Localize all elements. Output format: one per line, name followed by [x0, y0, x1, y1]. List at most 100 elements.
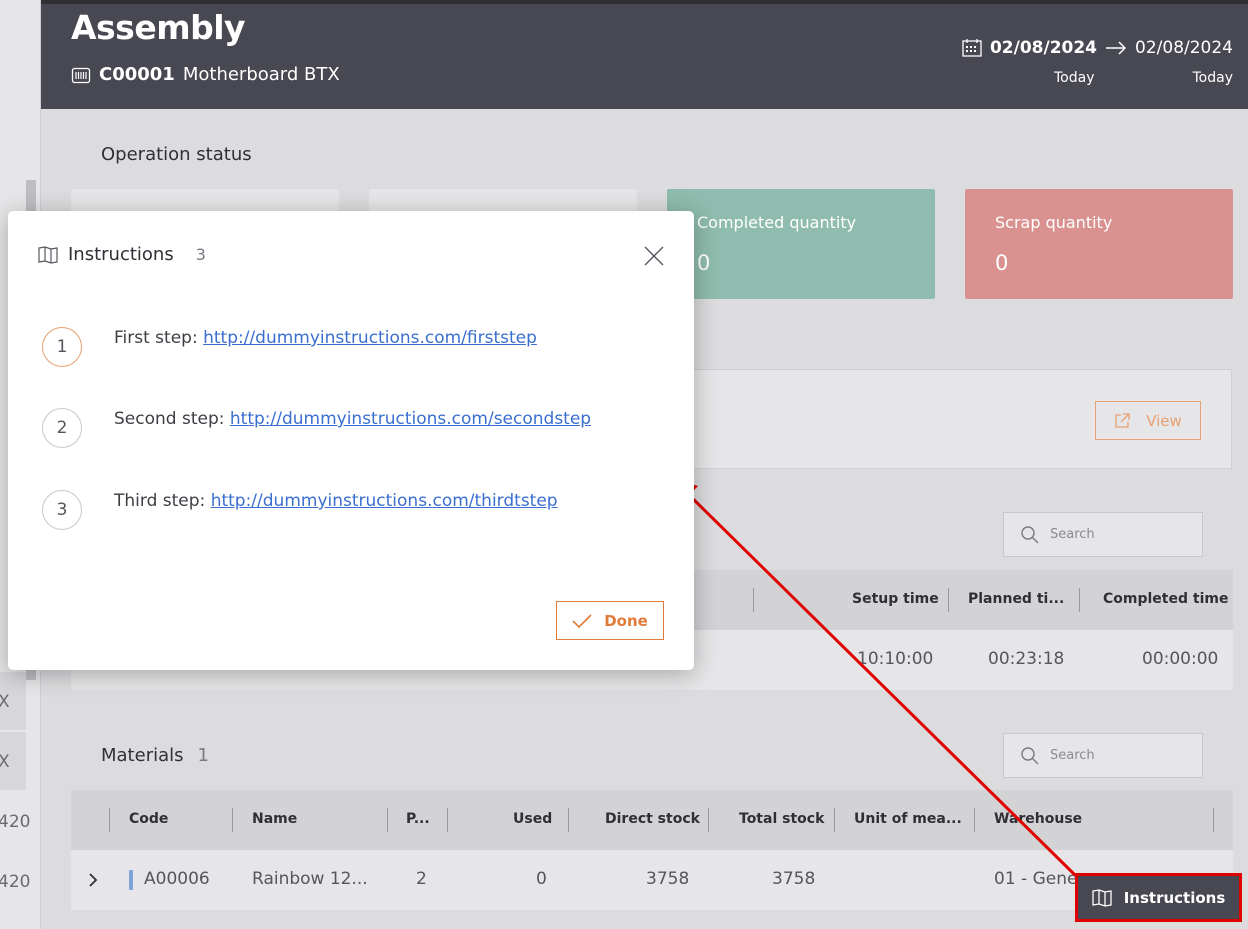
- external-link-icon: [1115, 412, 1130, 428]
- arrow-right-icon: [1106, 41, 1127, 55]
- step-prefix: Third step:: [114, 491, 206, 511]
- close-icon[interactable]: [642, 244, 666, 268]
- view-button[interactable]: View: [1095, 401, 1201, 440]
- barcode-icon: [71, 67, 91, 83]
- instructions-button-label: Instructions: [1123, 888, 1226, 907]
- column-divider[interactable]: [974, 808, 975, 832]
- name-cell: Rainbow 12...: [252, 869, 368, 889]
- attachment-panel: View: [672, 369, 1232, 469]
- column-divider[interactable]: [387, 808, 388, 832]
- step-number: 2: [42, 408, 82, 448]
- instructions-dialog: Instructions 3 1 First step: http://dumm…: [8, 211, 694, 670]
- sidebar-text-fragment: X: [0, 752, 10, 772]
- planned-time-cell: 00:23:18: [988, 649, 1065, 669]
- materials-title-text: Materials: [101, 745, 184, 766]
- page-header: Assembly C00001 Motherboard BTX 02/08/20…: [41, 0, 1248, 109]
- sidebar-text-fragment: 420: [0, 872, 31, 892]
- step-number: 3: [42, 490, 82, 530]
- step-text: First step: http://dummyinstructions.com…: [114, 328, 537, 348]
- step-prefix: Second step:: [114, 409, 225, 429]
- column-header[interactable]: Completed time: [1103, 591, 1228, 607]
- p-cell: 2: [416, 869, 427, 889]
- product-name: Motherboard BTX: [182, 64, 340, 85]
- column-header[interactable]: Total stock: [739, 811, 824, 827]
- scrap-quantity-card: Scrap quantity 0: [965, 189, 1233, 299]
- column-divider[interactable]: [447, 808, 448, 832]
- column-divider[interactable]: [1079, 588, 1080, 612]
- done-label: Done: [604, 611, 648, 630]
- column-divider[interactable]: [109, 808, 110, 832]
- direct-stock-cell: 3758: [646, 869, 690, 889]
- step-text: Second step: http://dummyinstructions.co…: [114, 409, 591, 429]
- column-divider[interactable]: [568, 808, 569, 832]
- dialog-count: 3: [195, 245, 206, 264]
- column-header[interactable]: Planned ti...: [968, 591, 1064, 607]
- instruction-step: 3 Third step: http://dummyinstructions.c…: [42, 490, 558, 530]
- column-header[interactable]: Name: [252, 811, 297, 827]
- date-from-label: Today: [1054, 70, 1095, 86]
- code-cell: A00006: [144, 869, 210, 889]
- completed-quantity-label: Completed quantity: [697, 213, 857, 232]
- dialog-title-text: Instructions: [68, 244, 174, 265]
- scrap-quantity-value: 0: [995, 251, 1009, 275]
- order-subtitle: C00001 Motherboard BTX: [71, 64, 340, 85]
- column-header[interactable]: Used: [513, 811, 552, 827]
- completed-quantity-card: Completed quantity 0: [667, 189, 935, 299]
- date-to: 02/08/2024: [1135, 38, 1233, 58]
- instruction-step: 1 First step: http://dummyinstructions.c…: [42, 327, 537, 367]
- column-header[interactable]: P...: [406, 811, 430, 827]
- book-icon: [1092, 888, 1112, 907]
- scrap-quantity-label: Scrap quantity: [995, 213, 1113, 232]
- column-header[interactable]: Setup time: [852, 591, 939, 607]
- step-text: Third step: http://dummyinstructions.com…: [114, 491, 558, 511]
- book-icon: [38, 245, 58, 264]
- materials-count: 1: [197, 745, 209, 766]
- page-title: Assembly: [71, 8, 246, 47]
- total-stock-cell: 3758: [772, 869, 816, 889]
- step-link[interactable]: http://dummyinstructions.com/secondstep: [230, 409, 591, 429]
- column-header[interactable]: Direct stock: [605, 811, 700, 827]
- check-icon: [572, 613, 592, 628]
- column-divider[interactable]: [232, 808, 233, 832]
- step-number: 1: [42, 327, 82, 367]
- view-label: View: [1146, 411, 1182, 430]
- search-icon: [1021, 525, 1039, 543]
- instructions-button[interactable]: Instructions: [1075, 873, 1242, 922]
- used-cell: 0: [536, 869, 547, 889]
- dialog-title: Instructions 3: [38, 244, 206, 265]
- column-header[interactable]: Warehouse: [994, 811, 1082, 827]
- status-marker: [129, 870, 133, 890]
- materials-table-header: Code Name P... Used Direct stock Total s…: [71, 790, 1233, 850]
- date-from: 02/08/2024: [989, 38, 1098, 58]
- date-to-label: Today: [1192, 70, 1234, 86]
- date-range[interactable]: 02/08/2024 02/08/2024: [962, 38, 1233, 58]
- column-header[interactable]: Unit of mea...: [854, 811, 962, 827]
- completed-time-cell: 00:00:00: [1142, 649, 1219, 669]
- sidebar-text-fragment: X: [0, 692, 10, 712]
- materials-title: Materials 1: [101, 745, 209, 766]
- order-code: C00001: [99, 64, 175, 85]
- warehouse-cell: 01 - Gene: [994, 869, 1078, 889]
- operation-status-title: Operation status: [101, 144, 252, 165]
- calendar-icon: [962, 39, 982, 57]
- sidebar-text-fragment: 420: [0, 812, 31, 832]
- search-placeholder: Search: [1050, 527, 1095, 542]
- column-divider[interactable]: [1213, 808, 1214, 832]
- setup-time-cell: 10:10:00: [857, 649, 934, 669]
- chevron-right-icon[interactable]: [88, 873, 98, 887]
- table-row[interactable]: A00006 Rainbow 12... 2 0 3758 3758 01 - …: [71, 850, 1233, 910]
- instruction-step: 2 Second step: http://dummyinstructions.…: [42, 408, 591, 448]
- column-divider[interactable]: [708, 808, 709, 832]
- column-header[interactable]: Code: [129, 811, 168, 827]
- operations-search-input[interactable]: Search: [1003, 512, 1203, 557]
- done-button[interactable]: Done: [556, 601, 664, 640]
- column-divider[interactable]: [948, 588, 949, 612]
- step-link[interactable]: http://dummyinstructions.com/firststep: [203, 328, 537, 348]
- materials-search-input[interactable]: Search: [1003, 733, 1203, 778]
- step-link[interactable]: http://dummyinstructions.com/thirdtstep: [211, 491, 558, 511]
- column-divider[interactable]: [834, 808, 835, 832]
- search-placeholder: Search: [1050, 748, 1095, 763]
- step-prefix: First step:: [114, 328, 198, 348]
- search-icon: [1021, 746, 1039, 764]
- column-divider[interactable]: [753, 588, 754, 612]
